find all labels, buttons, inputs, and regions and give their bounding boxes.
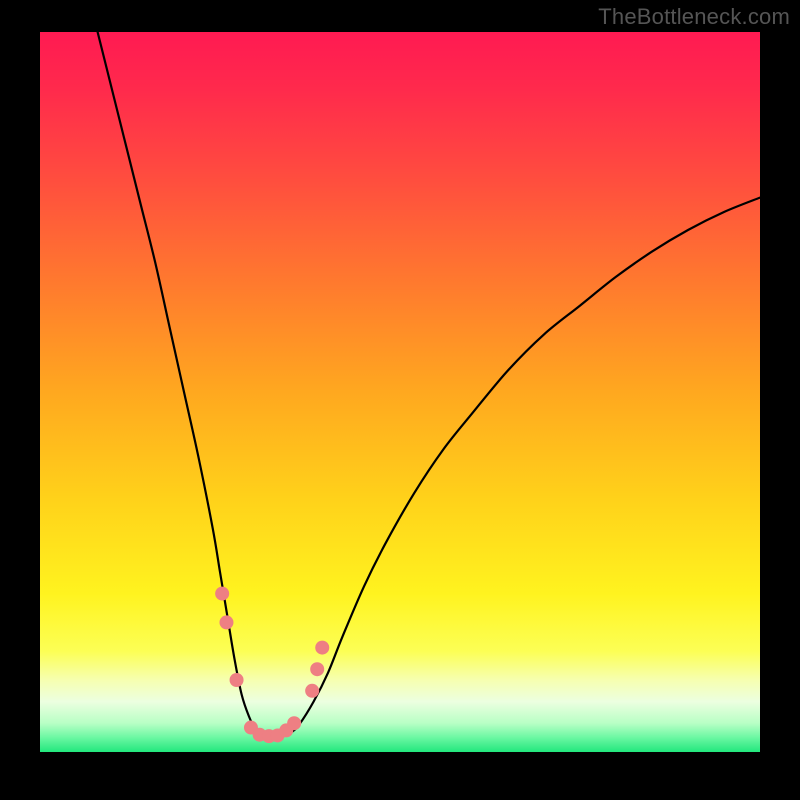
- marker-dot: [310, 662, 324, 676]
- plot-area: [40, 32, 760, 752]
- bottleneck-curve: [40, 32, 760, 752]
- watermark-text: TheBottleneck.com: [598, 4, 790, 30]
- marker-dot: [305, 684, 319, 698]
- chart-container: TheBottleneck.com: [0, 0, 800, 800]
- curve-markers: [215, 587, 329, 744]
- marker-dot: [315, 641, 329, 655]
- curve-path: [98, 32, 760, 738]
- marker-dot: [287, 716, 301, 730]
- marker-dot: [230, 673, 244, 687]
- marker-dot: [219, 615, 233, 629]
- marker-dot: [215, 587, 229, 601]
